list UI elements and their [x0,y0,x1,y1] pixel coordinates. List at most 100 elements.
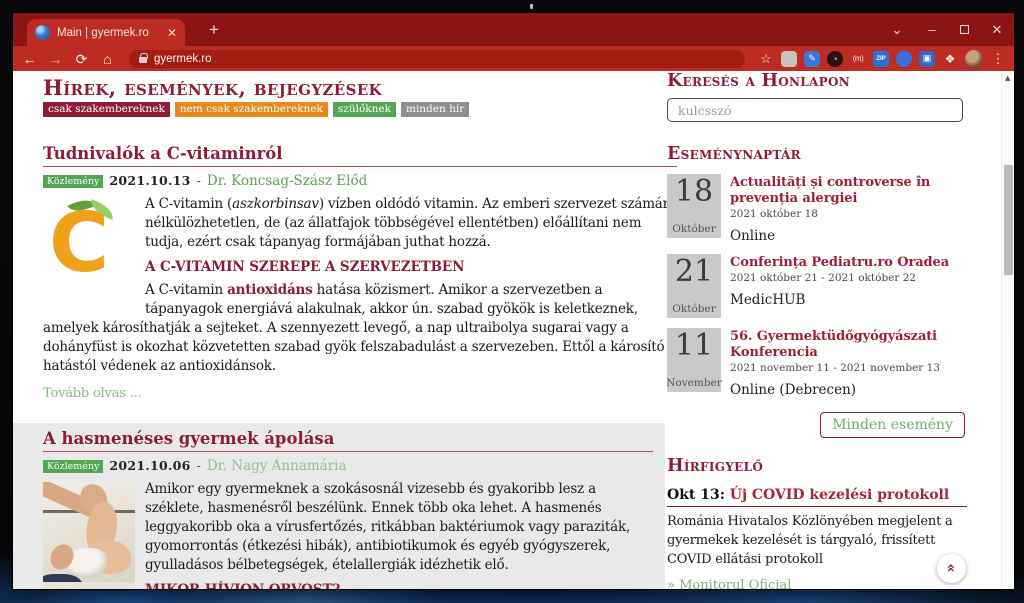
all-events-button[interactable]: Minden esemény [820,412,965,438]
event-datebox: 21 Október [667,254,721,318]
extension-blue-icon[interactable]: ▣ [919,51,935,67]
event-date-range: 2021 november 11 - 2021 november 13 [730,362,967,374]
event-month: November [666,377,722,389]
back-button[interactable]: ← [21,52,38,66]
chevron-down-icon[interactable]: ⌄ [890,22,904,38]
wallpaper-speck [530,4,533,9]
author-link[interactable]: Dr. Nagy Annamária [207,458,347,474]
maximize-button[interactable] [960,25,969,34]
article-body: Amikor egy gyermeknek a szokásosnál vize… [43,480,653,589]
lock-icon[interactable] [139,57,147,63]
scrollbar-thumb[interactable] [1004,165,1013,275]
extension-circle-icon[interactable]: ◔ [827,51,843,67]
keyword-link[interactable]: antioxidáns [227,282,313,298]
event-location: Online [730,228,967,244]
page-title: Hírek, események, bejegyzések [43,75,677,100]
menu-dots-icon[interactable]: ⋮ [990,51,1006,67]
article-body: C A C-vitamin (aszkorbinsav) vízben oldó… [43,195,677,411]
filter-not-only-professionals[interactable]: nem csak szakembereknek [175,102,328,117]
scrollbar-up-arrow[interactable]: ▲ [1005,74,1010,82]
news-source-link[interactable]: » Monitorul Oficial [667,578,791,589]
browser-window: Main | gyermek.ro ✕ + ⌄ – ✕ ← → ⟳ ⌂ gyer… [13,13,1014,589]
read-more-link[interactable]: Tovább olvas ... [43,384,677,411]
page-viewport: Hírek, események, bejegyzések csak szake… [13,71,1014,589]
event-month: Október [672,303,715,315]
news-body: Románia Hivatalos Közlönyében megjelent … [667,512,967,569]
news-date-prefix: Okt 13: [667,487,725,503]
extension-m-icon[interactable]: (m) [850,51,866,67]
event-item[interactable]: 11 November 56. Gyermektüdőgyógyászati K… [667,328,967,398]
article-title[interactable]: A hasmenéses gyermek ápolása [43,429,653,452]
browser-tab[interactable]: Main | gyermek.ro ✕ [27,19,185,46]
article-paragraph: A C-vitamin (aszkorbinsav) vízben oldódó… [43,195,677,252]
event-item[interactable]: 21 Október Conferința Pediatru.ro Oradea… [667,254,967,318]
event-date-range: 2021 október 18 [730,208,967,220]
home-button[interactable]: ⌂ [99,52,116,66]
search-heading: Keresés a Honlapon [667,71,967,91]
event-item[interactable]: 18 Október Actualități și controverse în… [667,174,967,244]
article-subheading: A C-VITAMIN SZEREPE A SZERVEZETBEN [43,258,677,277]
article-title[interactable]: Tudnivalók a C-vitaminról [43,144,677,167]
article-c-vitamin: Tudnivalók a C-vitaminról Közlemény 2021… [43,144,677,411]
url-text: gyermek.ro [154,53,212,65]
c-vitamin-logo-image[interactable]: C [43,197,135,287]
event-title-link[interactable]: 56. Gyermektüdőgyógyászati Konferencia [730,329,967,361]
category-badge[interactable]: Közlemény [43,460,103,473]
filter-parents[interactable]: szülőknek [333,102,396,117]
main-column: Hírek, események, bejegyzések csak szake… [43,71,677,589]
filter-professionals[interactable]: csak szakembereknek [43,102,170,117]
profile-avatar[interactable] [965,50,983,68]
event-datebox: 18 Október [667,174,721,238]
author-link[interactable]: Dr. Koncsag-Szász Előd [207,173,367,189]
extension-gray-icon[interactable] [781,51,797,67]
window-controls: ⌄ – ✕ [890,13,1004,46]
search-input[interactable] [667,98,963,122]
minimize-button[interactable]: – [925,22,939,37]
extension-pen-icon[interactable]: ✎ [804,51,820,67]
event-date-range: 2021 október 21 - 2021 október 22 [730,272,949,284]
filter-all-news[interactable]: minden hír [401,102,469,117]
event-month: Október [672,223,715,235]
article-meta: Közlemény 2021.10.13 - Dr. Koncsag-Szász… [43,173,677,189]
new-tab-button[interactable]: + [209,21,219,38]
reload-button[interactable]: ⟳ [73,52,90,66]
extension-zip-icon[interactable]: ZIP [873,51,889,67]
desktop-wallpaper: Main | gyermek.ro ✕ + ⌄ – ✕ ← → ⟳ ⌂ gyer… [0,0,1024,603]
tab-close-icon[interactable]: ✕ [167,26,177,40]
meta-separator: - [197,458,201,473]
article-meta: Közlemény 2021.10.06 - Dr. Nagy Annamári… [43,458,653,474]
event-location: Online (Debrecen) [730,382,967,398]
toolbar-icons: ☆ ✎ ◔ (m) ZIP ▣ ❖ ⋮ [758,50,1006,68]
tab-favicon-icon [35,25,50,40]
event-datebox: 11 November [667,328,721,392]
address-bar[interactable]: gyermek.ro [129,50,745,68]
extensions-puzzle-icon[interactable]: ❖ [942,51,958,67]
event-day: 11 [675,330,713,362]
article-date: 2021.10.13 [109,173,190,188]
events-heading: Eseménynaptár [667,144,967,164]
article-diarrhea: A hasmenéses gyermek ápolása Közlemény 2… [13,423,665,589]
news-title-link[interactable]: Új COVID kezelési protokoll [730,487,949,503]
sidebar: Keresés a Honlapon Eseménynaptár 18 Októ… [667,71,967,589]
page-scrollbar[interactable]: ▲ [1001,71,1014,589]
event-location: MedicHUB [730,292,949,308]
filter-badges: csak szakembereknek nem csak szakemberek… [43,102,677,117]
event-day: 18 [675,176,713,208]
extension-blob-icon[interactable] [896,51,912,67]
meta-separator: - [197,173,201,188]
article-date: 2021.10.06 [109,458,190,473]
scroll-to-top-button[interactable]: « [937,554,966,583]
browser-titlebar: Main | gyermek.ro ✕ + ⌄ – ✕ [13,13,1014,46]
event-title-link[interactable]: Actualități și controverse în prevenția … [730,175,967,207]
news-item: Okt 13: Új COVID kezelési protokoll Romá… [667,487,967,589]
news-watch-heading: Hírfigyelő [667,456,967,476]
tab-title: Main | gyermek.ro [57,27,160,39]
close-button[interactable]: ✕ [990,22,1004,38]
event-day: 21 [675,256,713,288]
browser-toolbar: ← → ⟳ ⌂ gyermek.ro ☆ ✎ ◔ (m) ZIP ▣ ❖ ⋮ [13,46,1014,71]
event-title-link[interactable]: Conferința Pediatru.ro Oradea [730,255,949,271]
category-badge[interactable]: Közlemény [43,175,103,188]
bookmark-star-icon[interactable]: ☆ [758,51,774,67]
diaper-change-photo[interactable] [43,482,135,589]
forward-button[interactable]: → [47,52,64,66]
